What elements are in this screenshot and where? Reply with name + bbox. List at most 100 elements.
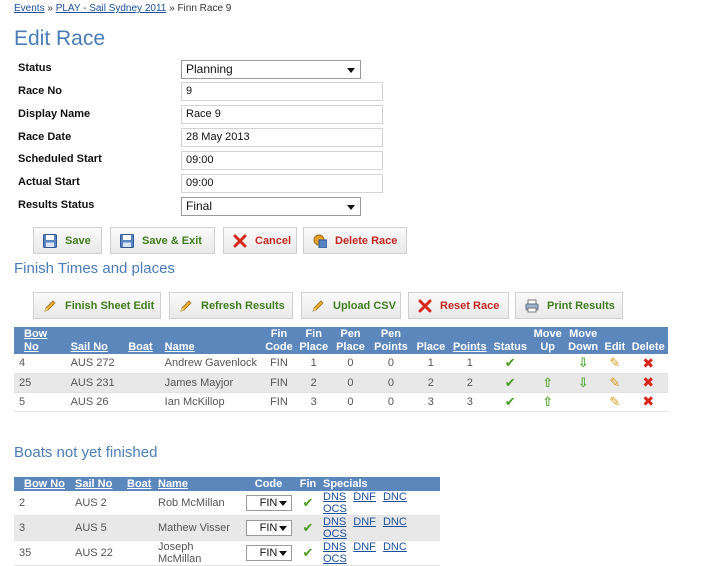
col-move-up: Move Up [530, 327, 565, 354]
save-button[interactable]: Save [33, 227, 102, 254]
upload-csv-button[interactable]: Upload CSV [301, 292, 401, 319]
finish-times-heading: Finish Times and places [14, 260, 175, 277]
pencil-icon[interactable]: ✎ [609, 375, 620, 390]
points-cell: 3 [449, 392, 490, 412]
save-exit-button[interactable]: Save & Exit [110, 227, 215, 254]
finish-check-icon[interactable]: ✔ [303, 495, 314, 510]
name-cell: Ian McKillop [161, 392, 262, 412]
col-boat[interactable]: Boat [125, 327, 162, 354]
special-dnc-link[interactable]: DNC [383, 491, 407, 503]
save-exit-button-label: Save & Exit [142, 234, 202, 247]
pen-place-cell: 0 [331, 392, 370, 412]
finish-check-icon[interactable]: ✔ [303, 545, 314, 560]
delete-race-button[interactable]: Delete Race [303, 227, 407, 254]
results-status-select[interactable]: Final [181, 197, 361, 216]
col-sail-no[interactable]: Sail No [72, 477, 124, 491]
cancel-button[interactable]: Cancel [223, 227, 297, 254]
col-points[interactable]: Points [449, 327, 490, 354]
col-move-down-line1: Move [569, 328, 598, 340]
col-move-down: Move Down [564, 327, 602, 354]
sail-no-cell: AUS 2 [72, 491, 124, 516]
col-name[interactable]: Name [155, 477, 241, 491]
pencil-icon[interactable]: ✎ [609, 355, 620, 370]
scheduled-start-input[interactable]: 09:00 [181, 151, 383, 170]
finish-sheet-edit-button[interactable]: Finish Sheet Edit [33, 292, 161, 319]
pen-place-cell: 0 [331, 373, 370, 393]
floppy-disk-icon [43, 233, 57, 248]
x-icon[interactable]: ✖ [642, 355, 654, 371]
refresh-results-button[interactable]: Refresh Results [169, 292, 293, 319]
col-pen-points-line1: Pen [380, 328, 402, 340]
code-select[interactable]: FIN [245, 495, 292, 511]
x-icon[interactable]: ✖ [642, 374, 654, 390]
breadcrumb-events-link[interactable]: Events [14, 3, 45, 14]
sort-bow-no-link[interactable]: Bow No [24, 328, 47, 353]
status-select[interactable]: Planning [181, 60, 361, 79]
col-fin-place-line2: Place [299, 341, 329, 353]
sort-sail-no-link[interactable]: Sail No [75, 478, 112, 490]
special-dnf-link[interactable]: DNF [353, 491, 376, 503]
sail-no-cell: AUS 5 [72, 515, 124, 541]
sort-name-link[interactable]: Name [158, 478, 188, 490]
col-bow-no[interactable]: Bow No [14, 327, 68, 354]
cancel-button-label: Cancel [255, 234, 292, 247]
col-delete-label: Delete [631, 341, 665, 353]
arrow-up-icon[interactable]: ⇧ [542, 375, 553, 390]
sail-no-cell: AUS 272 [67, 354, 126, 374]
special-dnc-link[interactable]: DNC [383, 516, 407, 528]
x-icon[interactable]: ✖ [642, 393, 654, 409]
special-dns-link[interactable]: DNS [323, 516, 346, 528]
sort-name-link[interactable]: Name [165, 341, 195, 353]
reset-race-label: Reset Race [440, 299, 500, 312]
arrow-up-icon[interactable]: ⇧ [542, 394, 553, 409]
check-icon: ✔ [504, 374, 516, 390]
col-sail-no[interactable]: Sail No [67, 327, 126, 354]
sort-sail-no-link[interactable]: Sail No [71, 341, 108, 353]
col-code-label: Code [254, 478, 283, 490]
special-ocs-link[interactable]: OCS [323, 553, 347, 565]
col-fin-code: Fin Code [261, 327, 297, 354]
special-dns-link[interactable]: DNS [323, 541, 346, 553]
code-select-value: FIN [259, 522, 278, 534]
sort-boat-link[interactable]: Boat [127, 478, 151, 490]
print-results-button[interactable]: Print Results [515, 292, 623, 319]
col-fin-place-line1: Fin [305, 328, 322, 340]
col-boat[interactable]: Boat [124, 477, 155, 491]
code-select[interactable]: FIN [245, 520, 292, 536]
col-place: Place [412, 327, 450, 354]
breadcrumb-regatta-link[interactable]: PLAY - Sail Sydney 2011 [56, 3, 167, 14]
finish-check-icon[interactable]: ✔ [303, 520, 314, 535]
table-row: 35 AUS 22 Joseph McMillan FIN ✔ DNS DNF … [14, 540, 440, 566]
sail-no-cell: AUS 22 [72, 540, 124, 566]
race-no-input[interactable]: 9 [181, 82, 383, 101]
display-name-input[interactable]: Race 9 [181, 105, 383, 124]
name-cell: James Mayjor [161, 373, 262, 393]
chevron-down-icon [278, 551, 287, 556]
col-bow-no[interactable]: Bow No [14, 477, 72, 491]
sort-bow-no-link[interactable]: Bow No [24, 478, 65, 490]
special-ocs-link[interactable]: OCS [323, 528, 347, 540]
arrow-down-icon[interactable]: ⇩ [578, 375, 589, 390]
sort-points-link[interactable]: Points [453, 341, 487, 353]
special-dnf-link[interactable]: DNF [353, 516, 376, 528]
pen-points-cell: 0 [369, 392, 413, 412]
points-cell: 2 [449, 373, 490, 393]
race-date-input[interactable]: 28 May 2013 [181, 128, 383, 147]
reset-race-button[interactable]: Reset Race [408, 292, 509, 319]
pencil-icon[interactable]: ✎ [609, 394, 620, 409]
actual-start-input[interactable]: 09:00 [181, 174, 383, 193]
special-dnf-link[interactable]: DNF [353, 541, 376, 553]
arrow-down-icon[interactable]: ⇩ [578, 355, 589, 370]
special-dnc-link[interactable]: DNC [383, 541, 407, 553]
table-row: 2 AUS 2 Rob McMillan FIN ✔ DNS DNF DNC O… [14, 491, 440, 516]
col-status-label: Status [493, 341, 528, 353]
chevron-down-icon [347, 205, 355, 210]
breadcrumb-current: Finn Race 9 [177, 3, 232, 14]
table-header-row: Bow No Sail No Boat Name Fin Code Fin Plac… [14, 327, 668, 354]
sort-boat-link[interactable]: Boat [128, 341, 152, 353]
col-name[interactable]: Name [161, 327, 262, 354]
finish-sheet-edit-label: Finish Sheet Edit [65, 299, 155, 312]
page-title: Edit Race [14, 27, 106, 50]
special-ocs-link[interactable]: OCS [323, 503, 347, 515]
special-dns-link[interactable]: DNS [323, 491, 346, 503]
